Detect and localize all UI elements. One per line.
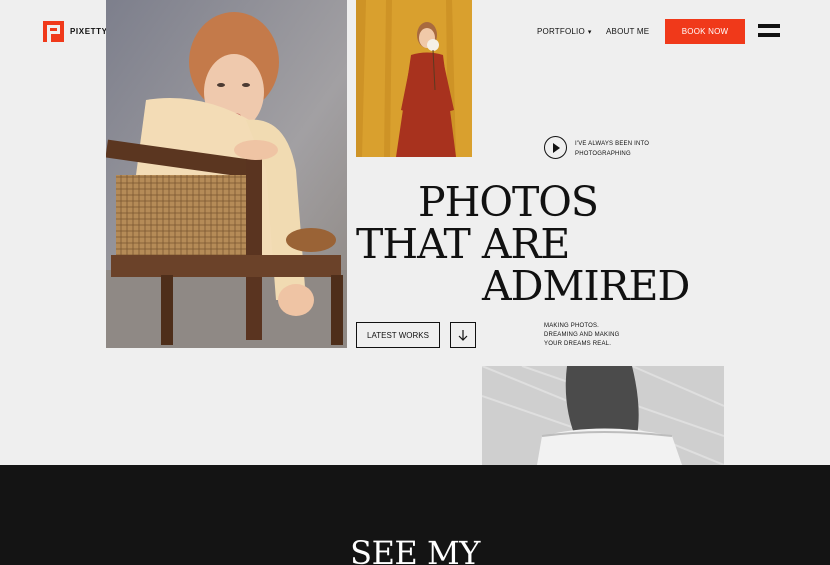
hamburger-icon[interactable] xyxy=(758,24,780,40)
monochrome-back-photo xyxy=(482,366,724,465)
nav-portfolio-label: PORTFOLIO xyxy=(537,27,585,36)
latest-works-button[interactable]: LATEST WORKS xyxy=(356,322,440,348)
headline-line-3: ADMIRED xyxy=(482,262,690,310)
section-title: SEE MY xyxy=(350,534,480,565)
logo[interactable]: PIXETTY xyxy=(43,21,108,42)
portfolio-section: SEE MY xyxy=(0,465,830,565)
brand-name: PIXETTY xyxy=(70,27,108,36)
logo-mark-icon xyxy=(43,21,64,42)
red-dress-photo xyxy=(356,0,472,157)
nav-about[interactable]: ABOUT ME xyxy=(606,27,649,36)
headline-line-2: THAT ARE xyxy=(356,220,570,268)
arrow-down-icon[interactable] xyxy=(450,322,476,348)
play-icon[interactable] xyxy=(544,136,567,159)
nav-about-label: ABOUT ME xyxy=(606,27,650,36)
hero-tagline: MAKING PHOTOS. DREAMING AND MAKING YOUR … xyxy=(544,323,620,347)
book-now-button[interactable]: BOOK NOW xyxy=(665,19,745,44)
video-caption: I'VE ALWAYS BEEN INTO PHOTOGRAPHING xyxy=(575,141,650,157)
caret-down-icon: ▾ xyxy=(587,28,592,36)
hero-portrait-photo xyxy=(106,0,347,348)
nav-portfolio[interactable]: PORTFOLIO ▾ xyxy=(537,27,592,36)
headline-line-1: PHOTOS xyxy=(418,178,599,226)
